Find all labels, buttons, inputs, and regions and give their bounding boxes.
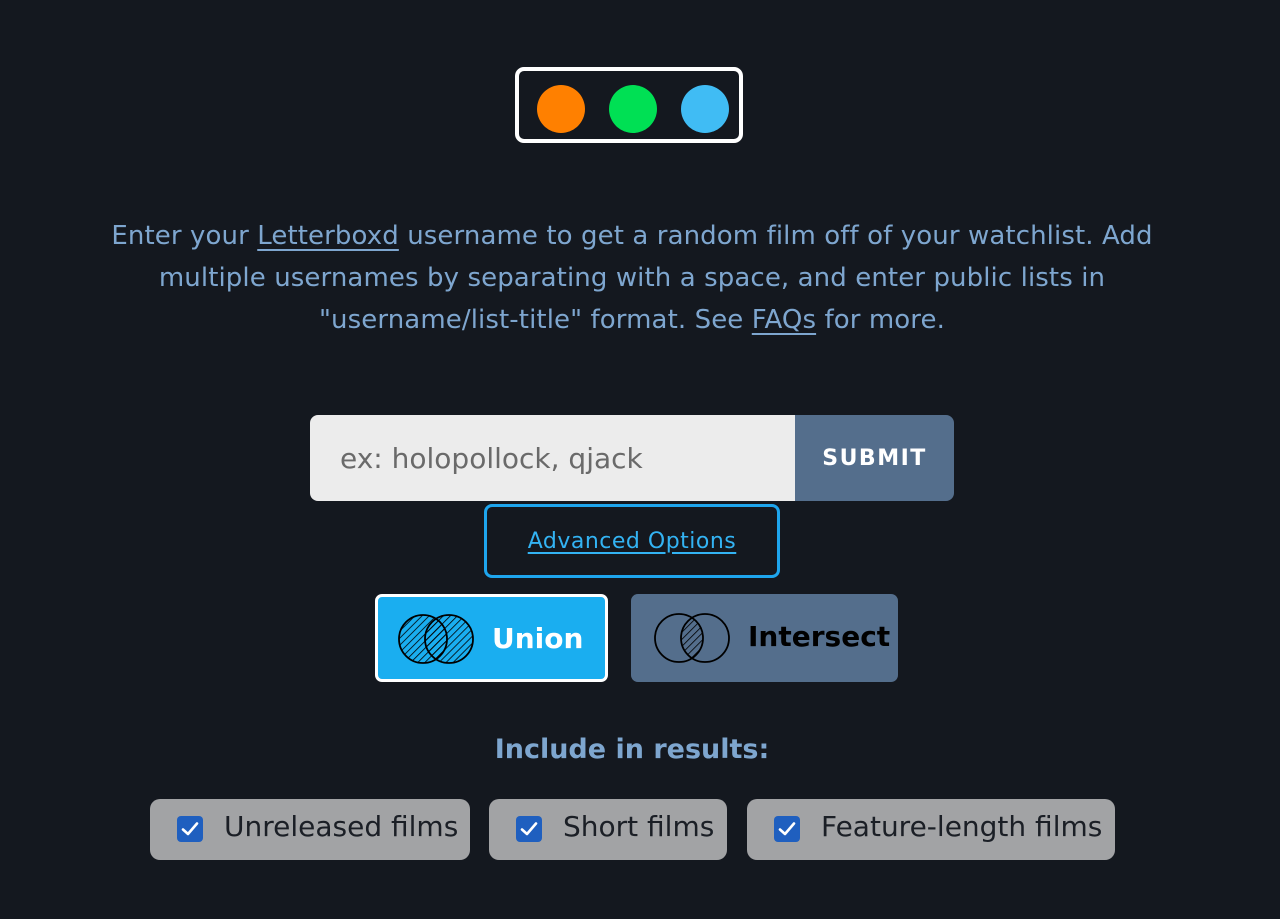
filter-unreleased-films[interactable]: Unreleased films	[150, 799, 470, 860]
checkbox-checked-icon[interactable]	[177, 816, 203, 842]
checkbox-checked-icon[interactable]	[516, 816, 542, 842]
intro-part-1: Enter your	[111, 221, 258, 251]
filter-label: Unreleased films	[224, 810, 459, 843]
filter-label: Feature-length films	[821, 810, 1103, 843]
filter-short-films[interactable]: Short films	[489, 799, 727, 860]
advanced-options-label: Advanced Options	[527, 528, 737, 554]
intro-part-3: for more.	[816, 305, 945, 335]
submit-button[interactable]: SUBMIT	[795, 415, 954, 501]
union-label: Union	[492, 622, 584, 655]
page: Enter your Letterboxd username to get a …	[0, 0, 1280, 919]
venn-union-icon	[398, 614, 474, 664]
letterboxd-link[interactable]: Letterboxd	[257, 221, 399, 251]
intro-text: Enter your Letterboxd username to get a …	[100, 215, 1164, 341]
advanced-options-button[interactable]: Advanced Options	[484, 504, 780, 578]
blue-dot-icon	[681, 85, 729, 133]
faqs-link[interactable]: FAQs	[752, 305, 816, 335]
logo	[515, 67, 743, 143]
include-results-heading: Include in results:	[494, 734, 770, 765]
intersect-label: Intersect	[748, 620, 891, 653]
filter-label: Short films	[563, 810, 715, 843]
filter-feature-length-films[interactable]: Feature-length films	[747, 799, 1115, 860]
checkbox-checked-icon[interactable]	[774, 816, 800, 842]
green-dot-icon	[609, 85, 657, 133]
venn-intersect-icon	[654, 613, 730, 663]
search-form: SUBMIT	[310, 415, 954, 501]
username-input[interactable]	[310, 415, 795, 501]
intersect-mode-button[interactable]: Intersect	[631, 594, 898, 682]
orange-dot-icon	[537, 85, 585, 133]
union-mode-button[interactable]: Union	[375, 594, 608, 682]
